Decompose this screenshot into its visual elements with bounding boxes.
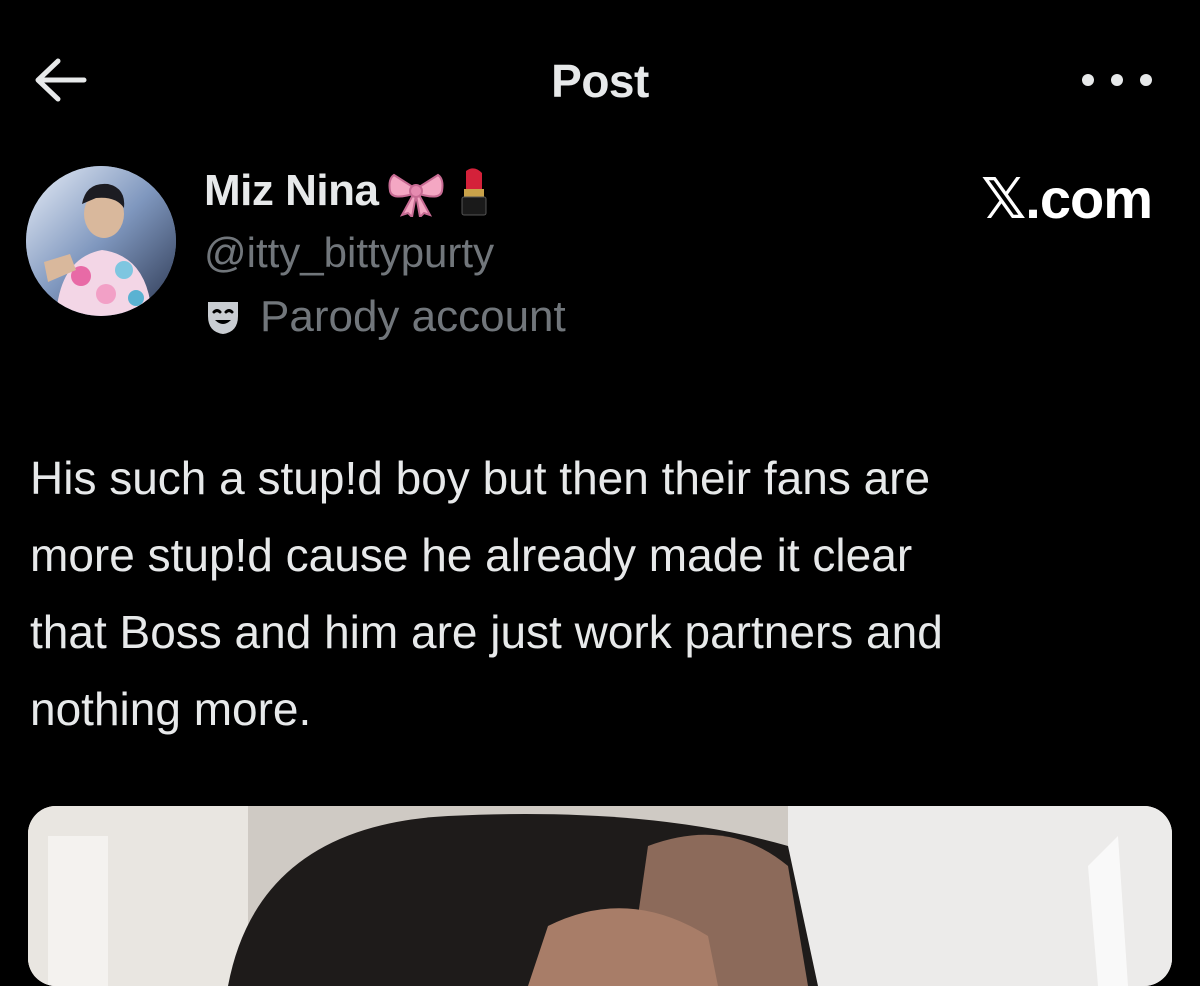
more-horizontal-icon [1082,74,1094,86]
more-dot [1111,74,1123,86]
lipstick-icon [454,165,494,217]
avatar[interactable] [26,166,176,316]
ribbon-icon [386,165,446,217]
more-options-button[interactable] [1082,62,1152,98]
source-watermark: 𝕏.com [981,167,1153,230]
display-name[interactable]: Miz Nina [204,166,379,216]
parody-account-text: Parody account [260,292,566,341]
top-bar: Post [0,0,1200,150]
post-media[interactable] [28,806,1172,986]
theater-mask-icon [208,302,238,334]
post-body: His such a stup!d boy but then their fan… [30,452,943,735]
author-info: Miz Nina @itty_bittypurty Parody account [204,165,566,341]
parody-label: Parody account [204,292,566,341]
page-title: Post [551,55,649,107]
display-name-row: Miz Nina [204,165,566,217]
more-dot [1140,74,1152,86]
user-handle[interactable]: @itty_bittypurty [204,230,566,276]
